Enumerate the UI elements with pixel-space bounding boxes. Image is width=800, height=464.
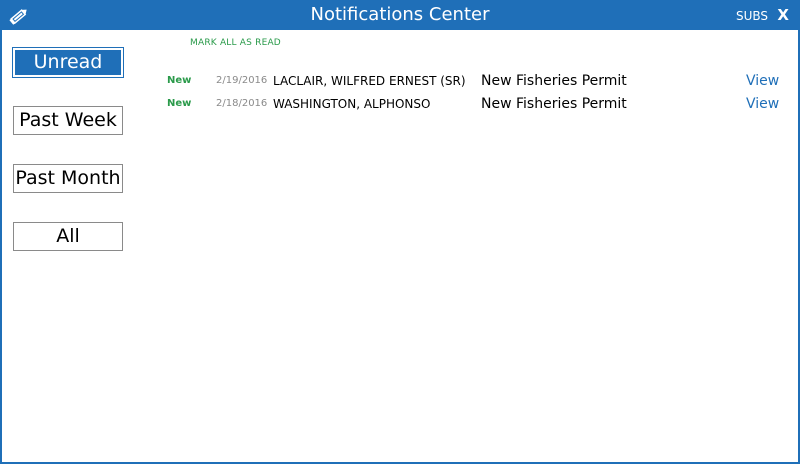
notification-date: 2/19/2016: [216, 75, 268, 86]
close-button[interactable]: X: [777, 7, 789, 23]
notification-name: WASHINGTON, ALPHONSO: [273, 97, 431, 111]
status-badge: New: [167, 75, 192, 86]
title-bar: Notifications Center SUBS X: [2, 2, 798, 30]
notifications-window: Notifications Center SUBS X Unread Past …: [0, 0, 800, 464]
window-title: Notifications Center: [310, 4, 490, 25]
filter-past-month-button[interactable]: Past Month: [13, 164, 123, 193]
notification-row: New 2/19/2016 LACLAIR, WILFRED ERNEST (S…: [2, 71, 798, 91]
notification-name: LACLAIR, WILFRED ERNEST (SR): [273, 74, 466, 88]
notification-type: New Fisheries Permit: [481, 96, 627, 112]
view-link[interactable]: View: [746, 71, 779, 91]
status-badge: New: [167, 98, 192, 109]
mark-all-read-link[interactable]: MARK ALL AS READ: [190, 38, 281, 48]
subs-button[interactable]: SUBS: [736, 9, 768, 23]
notification-row: New 2/18/2016 WASHINGTON, ALPHONSO New F…: [2, 94, 798, 114]
notification-type: New Fisheries Permit: [481, 73, 627, 89]
notification-date: 2/18/2016: [216, 98, 268, 109]
filter-all-button[interactable]: All: [13, 222, 123, 251]
view-link[interactable]: View: [746, 94, 779, 114]
